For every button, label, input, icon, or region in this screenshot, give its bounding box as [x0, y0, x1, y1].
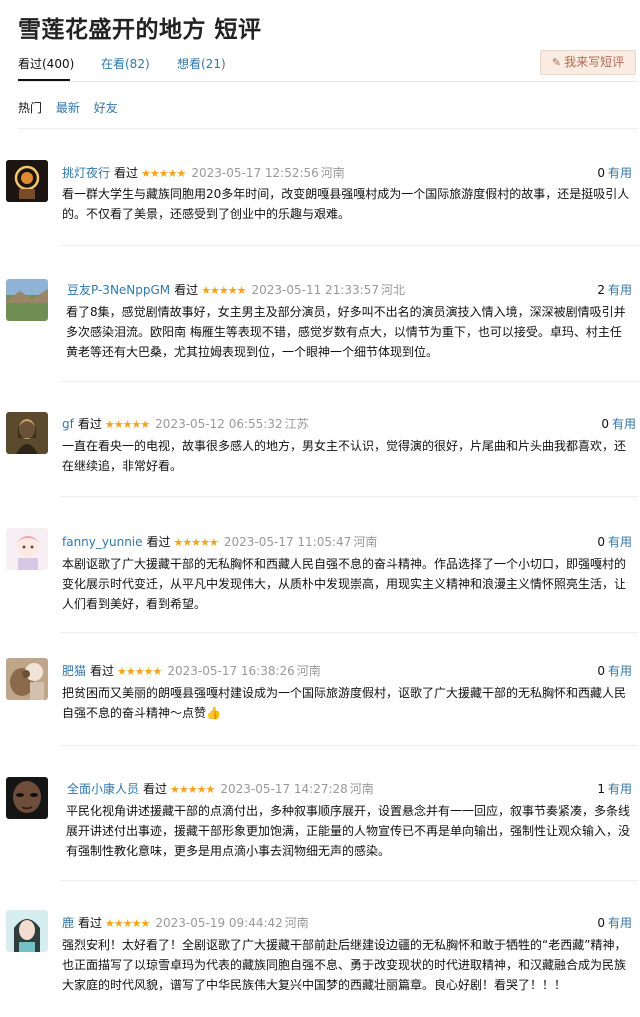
review-username[interactable]: 挑灯夜行 [62, 166, 110, 180]
tab-watching[interactable]: 在看(82) [101, 55, 150, 72]
watch-status: 看过 [90, 664, 115, 678]
vote-area: 0 有用 [597, 164, 632, 181]
vote-area: 0 有用 [597, 914, 632, 931]
rating-stars: ★★★★★ [117, 665, 162, 678]
review-time: 2023-05-11 21:33:57 [251, 283, 379, 297]
review-divider [60, 381, 638, 382]
watch-status: 看过 [77, 417, 102, 431]
useful-button[interactable]: 有用 [608, 283, 632, 297]
status-tabs: 看过(400) 在看(82) 想看(21) [18, 55, 638, 83]
review-username[interactable]: fanny_yunnie [62, 535, 143, 549]
watch-status: 看过 [174, 283, 199, 297]
review-time: 2023-05-17 14:27:28 [220, 782, 348, 796]
sort-friends[interactable]: 好友 [94, 101, 118, 115]
review-meta: 鹿看过 ★★★★★ 2023-05-19 09:44:42 河南 [62, 914, 309, 931]
vote-area: 0 有用 [597, 662, 632, 679]
review-time: 2023-05-17 11:05:47 [223, 535, 352, 549]
review-content: 把贫困而又美丽的朗嘎县强嘎村建设成为一个国际旅游度假村，讴歌了广大援藏干部的无私… [62, 686, 627, 720]
tab-want-to-watch[interactable]: 想看(21) [177, 55, 226, 72]
review-location: 河南 [284, 916, 309, 930]
vote-count: 0 [597, 664, 605, 678]
review-meta: 挑灯夜行 看过 ★★★★★ 2023-05-17 12:52:56 河南 [62, 164, 345, 181]
watch-status: 看过 [146, 535, 171, 549]
useful-button[interactable]: 有用 [608, 166, 632, 180]
vote-count: 0 [597, 916, 605, 930]
avatar[interactable] [6, 528, 48, 570]
vote-area: 2 有用 [597, 281, 632, 298]
useful-button[interactable]: 有用 [608, 535, 632, 549]
vote-count: 0 [597, 166, 605, 180]
vote-area: 1 有用 [597, 780, 632, 797]
watch-status: 看过 [78, 916, 103, 930]
review-username[interactable]: 豆友P-3NeNppGM [67, 283, 170, 297]
review-location: 江苏 [284, 417, 309, 431]
review-username[interactable]: 鹿 [62, 916, 74, 930]
review-location: 河南 [349, 782, 374, 796]
sort-tabs-divider [18, 128, 638, 129]
review-divider [60, 880, 638, 881]
rating-stars: ★★★★★ [201, 284, 246, 297]
review-content: 看一群大学生与藏族同胞用20多年时间，改变朗嘎县强嘎村成为一个国际旅游度假村的故… [62, 187, 630, 221]
avatar[interactable] [6, 777, 48, 819]
vote-area: 0 有用 [597, 533, 632, 550]
avatar[interactable] [6, 279, 48, 321]
review-username[interactable]: gf [62, 417, 74, 431]
review-content: 看了8集，感觉剧情故事好，女主男主及部分演员，好多叫不出名的演员演技入情入境，深… [66, 305, 626, 359]
review-meta: 豆友P-3NeNppGM 看过 ★★★★★ 2023-05-11 21:33:57 河北 [67, 281, 405, 298]
review-username[interactable]: 全面小康人员 [67, 782, 139, 796]
review-meta: 全面小康人员 看过 ★★★★★ 2023-05-17 14:27:28 河南 [67, 780, 374, 797]
review-time: 2023-05-12 06:55:32 [155, 417, 283, 431]
useful-button[interactable]: 有用 [612, 417, 636, 431]
comments-page: 雪莲花盛开的地方 短评 ✎ 我来写短评 看过(400) 在看(82) 想看(21)… [0, 0, 640, 1017]
review-content: 平民化视角讲述援藏干部的点滴付出，多种叙事顺序展开，设置悬念并有一一回应，叙事节… [66, 804, 631, 858]
review-meta: fanny_yunnie 看过 ★★★★★ 2023-05-17 11:05:47 河南 [62, 533, 377, 550]
review-content: 一直在看央一的电视，故事很多感人的地方，男女主不认识，觉得演的很好，片尾曲和片头… [62, 439, 627, 473]
review-divider [60, 632, 638, 633]
avatar[interactable] [6, 412, 48, 454]
useful-button[interactable]: 有用 [608, 782, 632, 796]
review-time: 2023-05-19 09:44:42 [155, 916, 283, 930]
avatar[interactable] [6, 910, 48, 952]
vote-count: 0 [597, 535, 605, 549]
sort-latest[interactable]: 最新 [56, 101, 80, 115]
page-title: 雪莲花盛开的地方 短评 [18, 17, 262, 43]
avatar[interactable] [6, 658, 48, 700]
review-location: 河南 [320, 166, 345, 180]
vote-area: 0 有用 [601, 415, 636, 432]
watch-status: 看过 [114, 166, 139, 180]
review-time: 2023-05-17 16:38:26 [167, 664, 295, 678]
review-content: 强烈安利！太好看了！全剧讴歌了广大援藏干部前赴后继建设边疆的无私胸怀和敢于牺牲的… [62, 938, 627, 992]
review-meta: gf 看过 ★★★★★ 2023-05-12 06:55:32 江苏 [62, 415, 309, 432]
review-meta: 肥猫 看过 ★★★★★ 2023-05-17 16:38:26 河南 [62, 662, 321, 679]
rating-stars: ★★★★★ [170, 783, 215, 796]
review-username[interactable]: 肥猫 [62, 664, 86, 678]
rating-stars: ★★★★★ [105, 917, 150, 930]
vote-count: 2 [597, 283, 605, 297]
rating-stars: ★★★★★ [104, 418, 150, 431]
review-divider [60, 496, 638, 497]
review-location: 河南 [296, 664, 321, 678]
useful-button[interactable]: 有用 [608, 664, 632, 678]
review-location: 河北 [380, 283, 405, 297]
review-content: 本剧讴歌了广大援藏干部的无私胸怀和西藏人民自强不息的奋斗精神。作品选择了一个小切… [62, 557, 627, 611]
sort-tabs: 热门 最新 好友 [18, 99, 128, 116]
review-divider [60, 745, 638, 746]
avatar[interactable] [6, 160, 48, 202]
rating-stars: ★★★★★ [173, 536, 219, 549]
tabs-divider [18, 81, 638, 82]
sort-hot[interactable]: 热门 [18, 101, 42, 115]
useful-button[interactable]: 有用 [608, 916, 632, 930]
review-location: 河南 [353, 535, 378, 549]
review-time: 2023-05-17 12:52:56 [191, 166, 319, 180]
tab-watched[interactable]: 看过(400) [18, 55, 74, 72]
review-divider [60, 245, 638, 246]
vote-count: 0 [601, 417, 609, 431]
watch-status: 看过 [143, 782, 168, 796]
vote-count: 1 [597, 782, 605, 796]
rating-stars: ★★★★★ [141, 167, 186, 180]
